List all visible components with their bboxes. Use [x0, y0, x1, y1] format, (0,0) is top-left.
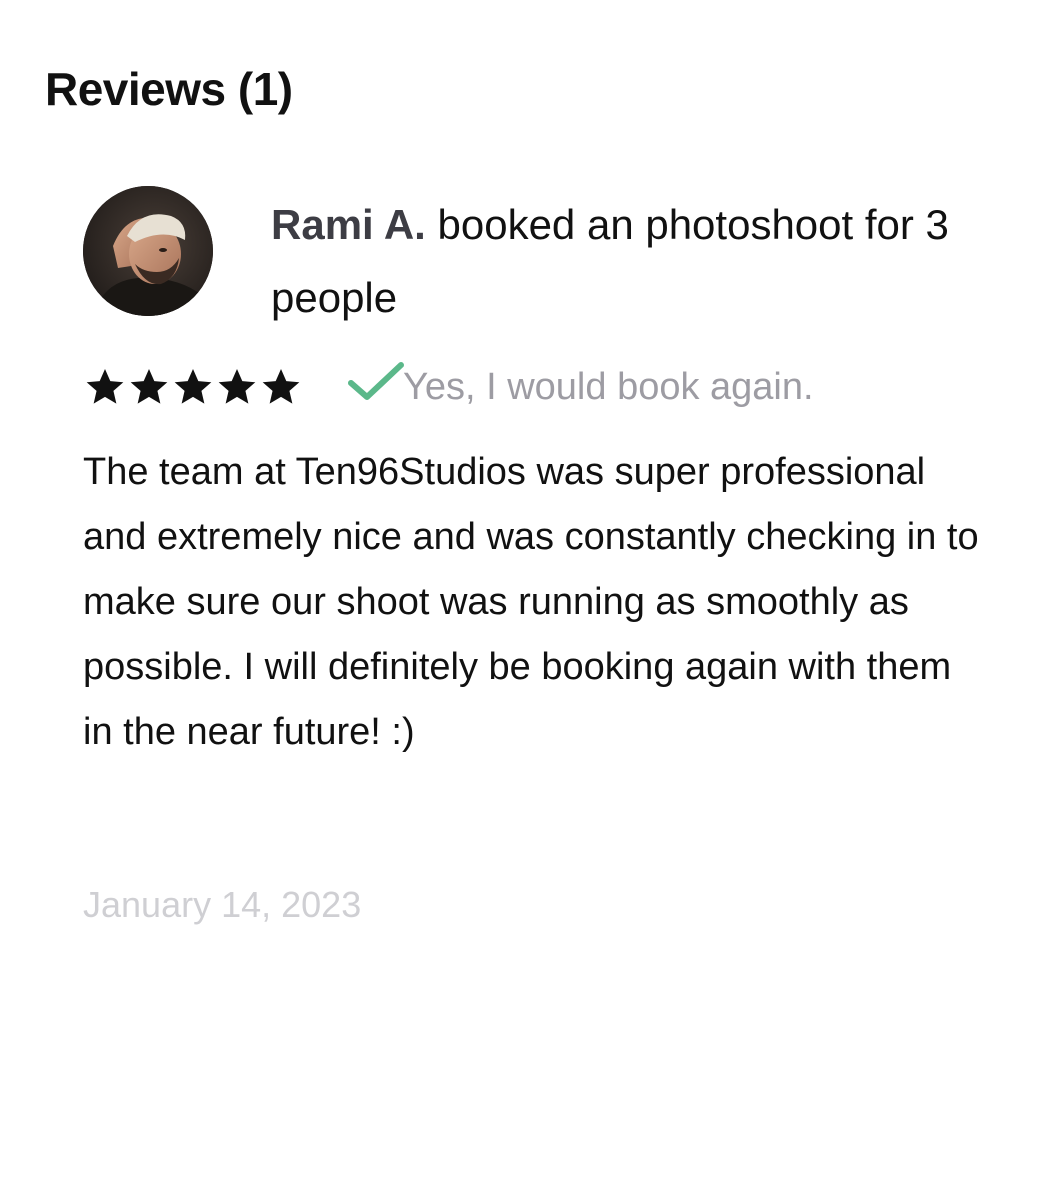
review-headline: Rami A. booked an photoshoot for 3 peopl… — [271, 188, 971, 334]
reviewer-name[interactable]: Rami A. — [271, 201, 426, 248]
rating-row: Yes, I would book again. — [83, 352, 814, 422]
star-rating — [83, 365, 303, 409]
book-again-text: Yes, I would book again. — [403, 365, 814, 408]
star-icon — [174, 369, 212, 404]
star-icon — [86, 369, 124, 404]
reviewer-avatar — [83, 186, 213, 316]
star-icon — [262, 369, 300, 404]
star-icon — [218, 369, 256, 404]
check-icon — [348, 362, 404, 400]
review-body: The team at Ten96Studios was super profe… — [83, 451, 979, 753]
review-date: January 14, 2023 — [83, 884, 362, 925]
reviews-title: Reviews (1) — [45, 63, 293, 115]
book-again-badge: Yes, I would book again. — [347, 362, 814, 409]
star-icon — [130, 369, 168, 404]
